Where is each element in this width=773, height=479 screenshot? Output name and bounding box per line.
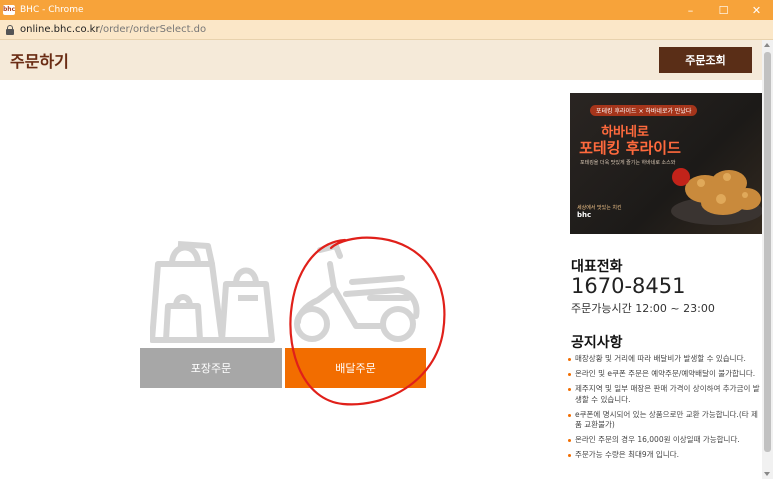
notice-item: 주문가능 수량은 최대9개 입니다. [568,450,763,461]
scroll-up-icon[interactable] [764,43,770,47]
banner-subtitle: 포테킹을 더욱 맛있게 즐기는 하바네로 소스와 [580,160,676,166]
maximize-button[interactable]: ☐ [707,0,740,20]
window-controls: – ☐ ✕ [674,0,773,20]
scooter-icon[interactable] [290,236,425,346]
url-text[interactable]: online.bhc.co.kr/order/orderSelect.do [20,24,206,35]
url-path: /order/orderSelect.do [99,24,207,35]
banner-logo: 세상에서 맛있는 치킨 bhc [577,205,622,219]
notice-item: 매장상황 및 거리에 따라 배달비가 발생할 수 있습니다. [568,354,763,365]
window-title: BHC - Chrome [20,5,84,15]
scroll-down-icon[interactable] [764,472,770,476]
order-check-button[interactable]: 주문조회 [659,47,752,73]
notice-item: e쿠폰에 명시되어 있는 상품으로만 교환 가능합니다.(타 제품 교환불가) [568,410,763,431]
delivery-order-button[interactable]: 배달주문 [285,348,426,388]
browser-titlebar: bhc BHC - Chrome – ☐ ✕ [0,0,773,20]
order-hours: 주문가능시간 12:00 ~ 23:00 [571,302,715,315]
fried-chicken-image [671,168,762,225]
shopping-bags-icon[interactable] [150,236,275,346]
url-domain: online.bhc.co.kr [20,24,100,35]
scroll-thumb[interactable] [764,52,771,452]
address-bar[interactable]: online.bhc.co.kr/order/orderSelect.do [0,20,773,40]
promo-banner[interactable]: 포테킹 후라이드 × 하바네로가 만났다 하바네로 포테킹 후라이드 포테킹을 … [570,93,762,234]
page-scrollbar[interactable] [762,40,773,479]
page-title: 주문하기 [10,52,69,71]
notice-item: 온라인 주문의 경우 16,000원 이상일때 가능합니다. [568,435,763,446]
bhc-favicon-icon: bhc [3,5,16,15]
notice-list: 매장상황 및 거리에 따라 배달비가 발생할 수 있습니다. 온라인 및 e쿠폰… [568,354,763,465]
notice-item: 온라인 및 e쿠폰 주문은 예약주문/예약배달이 불가합니다. [568,369,763,380]
rep-phone-number: 1670-8451 [571,274,686,298]
page-header: 주문하기 주문조회 [0,40,762,80]
notice-item: 제주지역 및 일부 매장은 판매 가격이 상이하여 추가금이 발생할 수 있습니… [568,384,763,405]
lock-icon[interactable] [6,24,14,35]
close-button[interactable]: ✕ [740,0,773,20]
banner-brand: bhc [577,211,592,219]
notice-title: 공지사항 [571,335,623,351]
banner-tag: 포테킹 후라이드 × 하바네로가 만났다 [590,105,698,116]
pickup-order-button[interactable]: 포장주문 [140,348,282,388]
minimize-button[interactable]: – [674,0,707,20]
rep-phone-title: 대표전화 [571,259,623,275]
